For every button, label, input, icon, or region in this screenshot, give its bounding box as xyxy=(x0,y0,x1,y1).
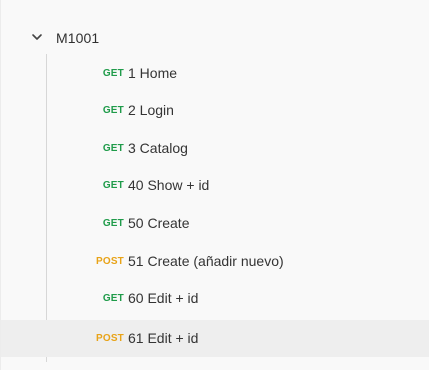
chevron-down-icon[interactable] xyxy=(30,30,44,44)
request-method: GET xyxy=(102,68,124,79)
request-name: 50 Create xyxy=(128,215,190,231)
folder-name: M1001 xyxy=(56,30,100,46)
folder-m1001[interactable]: M1001 xyxy=(1,22,429,54)
request-method: GET xyxy=(102,143,124,154)
request-name: 2 Login xyxy=(128,102,174,118)
request-method: GET xyxy=(102,180,124,191)
request-item[interactable]: GET 2 Login xyxy=(1,92,429,129)
request-name: 1 Home xyxy=(128,65,178,81)
request-name: 60 Edit + id xyxy=(128,290,199,306)
request-name: 61 Edit + id xyxy=(128,330,199,346)
request-method: GET xyxy=(102,105,124,116)
request-method: POST xyxy=(95,333,124,344)
request-method: GET xyxy=(102,218,124,229)
request-item[interactable]: GET 1 Home xyxy=(1,55,429,92)
collection-tree: M1001 GET 1 Home GET 2 Login GET 3 Catal… xyxy=(0,0,429,370)
request-item[interactable]: GET 40 Show + id xyxy=(1,167,429,204)
request-name: 40 Show + id xyxy=(128,177,210,193)
request-item[interactable]: GET 60 Edit + id xyxy=(1,280,429,317)
request-method: POST xyxy=(95,256,124,267)
request-item[interactable]: POST 51 Create (añadir nuevo) xyxy=(1,243,429,280)
request-name: 51 Create (añadir nuevo) xyxy=(128,253,284,269)
request-item[interactable]: GET 50 Create xyxy=(1,205,429,242)
request-item[interactable]: GET 3 Catalog xyxy=(1,130,429,167)
request-name: 3 Catalog xyxy=(128,140,188,156)
request-method: GET xyxy=(102,293,124,304)
request-item-selected[interactable]: POST 61 Edit + id xyxy=(1,320,429,357)
